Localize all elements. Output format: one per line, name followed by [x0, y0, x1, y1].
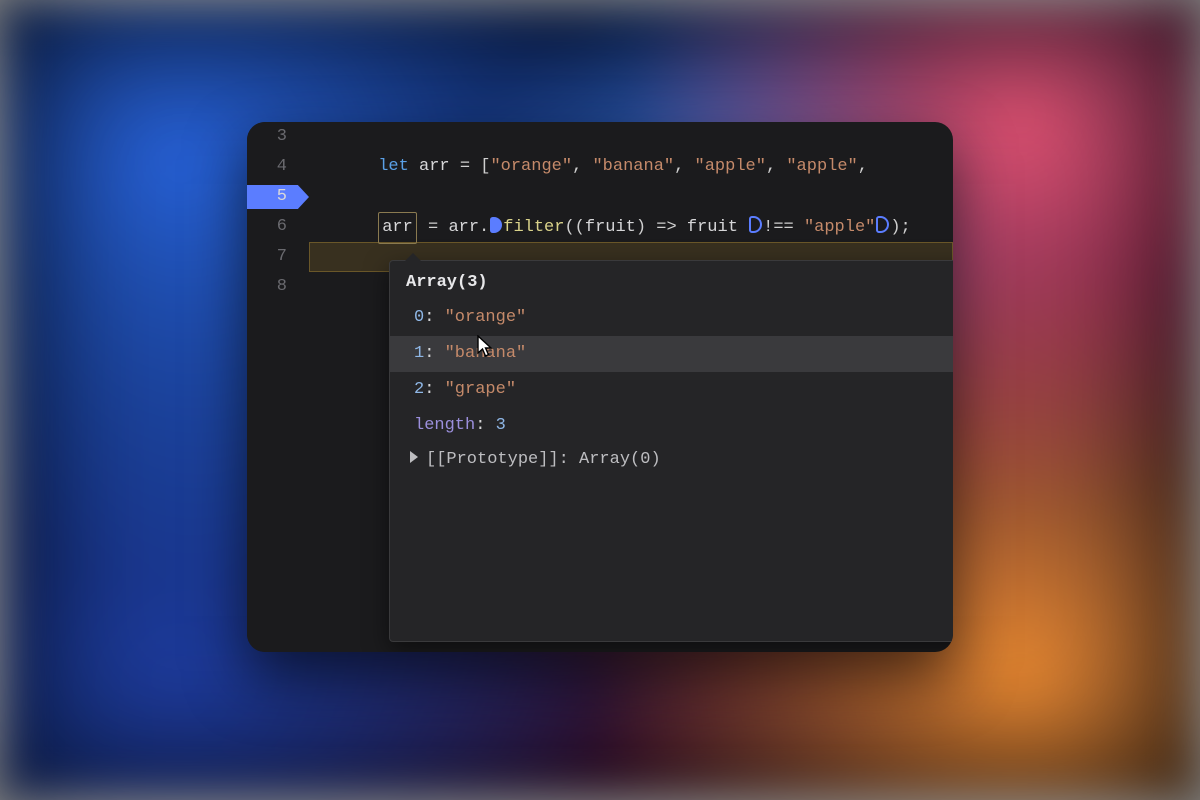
inline-breakpoint-outline-icon[interactable]: [749, 216, 762, 233]
comma: ,: [572, 157, 592, 176]
tooltip-entry-hovered[interactable]: 1: "banana": [390, 336, 953, 372]
string-literal: "apple": [804, 218, 875, 237]
string-literal: "orange": [490, 157, 572, 176]
entry-value: "banana": [445, 344, 527, 363]
code-line-3[interactable]: let arr = ["orange", "banana", "apple", …: [317, 122, 953, 152]
bracket-open: [: [480, 157, 490, 176]
operator-eq: =: [418, 218, 449, 237]
line-number[interactable]: 7: [247, 242, 287, 272]
param-fruit: fruit: [585, 218, 636, 237]
function-filter: filter: [503, 218, 564, 237]
entry-sep: :: [424, 380, 444, 399]
identifier-arr: arr: [382, 218, 413, 237]
line-number[interactable]: 3: [247, 122, 287, 152]
disclosure-triangle-icon[interactable]: [410, 451, 418, 463]
param-fruit: fruit: [687, 218, 748, 237]
prototype-key: [[Prototype]]: [426, 450, 559, 469]
string-literal: "apple": [695, 157, 766, 176]
entry-index: 0: [414, 308, 424, 327]
entry-sep: :: [424, 344, 444, 363]
inline-breakpoint-icon[interactable]: [490, 217, 502, 233]
paren-close: );: [890, 218, 910, 237]
arrow-op: ) =>: [636, 218, 687, 237]
keyword-let: let: [378, 157, 409, 176]
string-literal: "apple": [786, 157, 857, 176]
operator-neq: !==: [763, 218, 804, 237]
entry-index: 2: [414, 380, 424, 399]
entry-value: "grape": [445, 380, 516, 399]
operator-eq: =: [450, 157, 481, 176]
tooltip-title: Array(3): [390, 261, 953, 300]
prototype-sep: :: [559, 450, 579, 469]
debug-hover-tooltip[interactable]: Array(3) 0: "orange" 1: "banana" 2: "gra…: [389, 260, 953, 642]
line-number-current[interactable]: 5: [247, 182, 287, 212]
line-number[interactable]: 6: [247, 212, 287, 242]
paren-open: ((: [564, 218, 584, 237]
line-number[interactable]: 8: [247, 272, 287, 302]
length-sep: :: [475, 416, 495, 435]
hovered-variable-box[interactable]: arr: [378, 212, 417, 244]
line-number-gutter: 3 4 5 6 7 8: [247, 122, 303, 652]
identifier-arr: arr: [448, 218, 479, 237]
code-line-5[interactable]: arr = arr.filter((fruit) => fruit !== "a…: [317, 182, 953, 212]
inline-breakpoint-outline-icon[interactable]: [876, 216, 889, 233]
code-editor-window: 3 4 5 6 7 8 let arr = ["orange", "banana…: [247, 122, 953, 652]
string-literal: "banana": [592, 157, 674, 176]
length-value: 3: [496, 416, 506, 435]
tooltip-length[interactable]: length: 3: [390, 408, 953, 444]
code-area[interactable]: let arr = ["orange", "banana", "apple", …: [309, 122, 953, 652]
identifier-arr: arr: [419, 157, 450, 176]
tooltip-arrow-icon: [404, 253, 422, 262]
tooltip-entry[interactable]: 2: "grape": [390, 372, 953, 408]
entry-index: 1: [414, 344, 424, 363]
comma: ,: [674, 157, 694, 176]
tooltip-entry[interactable]: 0: "orange": [390, 300, 953, 336]
tooltip-prototype-row[interactable]: [[Prototype]]: Array(0): [390, 444, 953, 473]
dot: .: [479, 218, 489, 237]
comma: ,: [858, 157, 878, 176]
entry-value: "orange": [445, 308, 527, 327]
prototype-value: Array(0): [579, 450, 661, 469]
entry-sep: :: [424, 308, 444, 327]
comma: ,: [766, 157, 786, 176]
length-key: length: [414, 416, 475, 435]
line-number[interactable]: 4: [247, 152, 287, 182]
